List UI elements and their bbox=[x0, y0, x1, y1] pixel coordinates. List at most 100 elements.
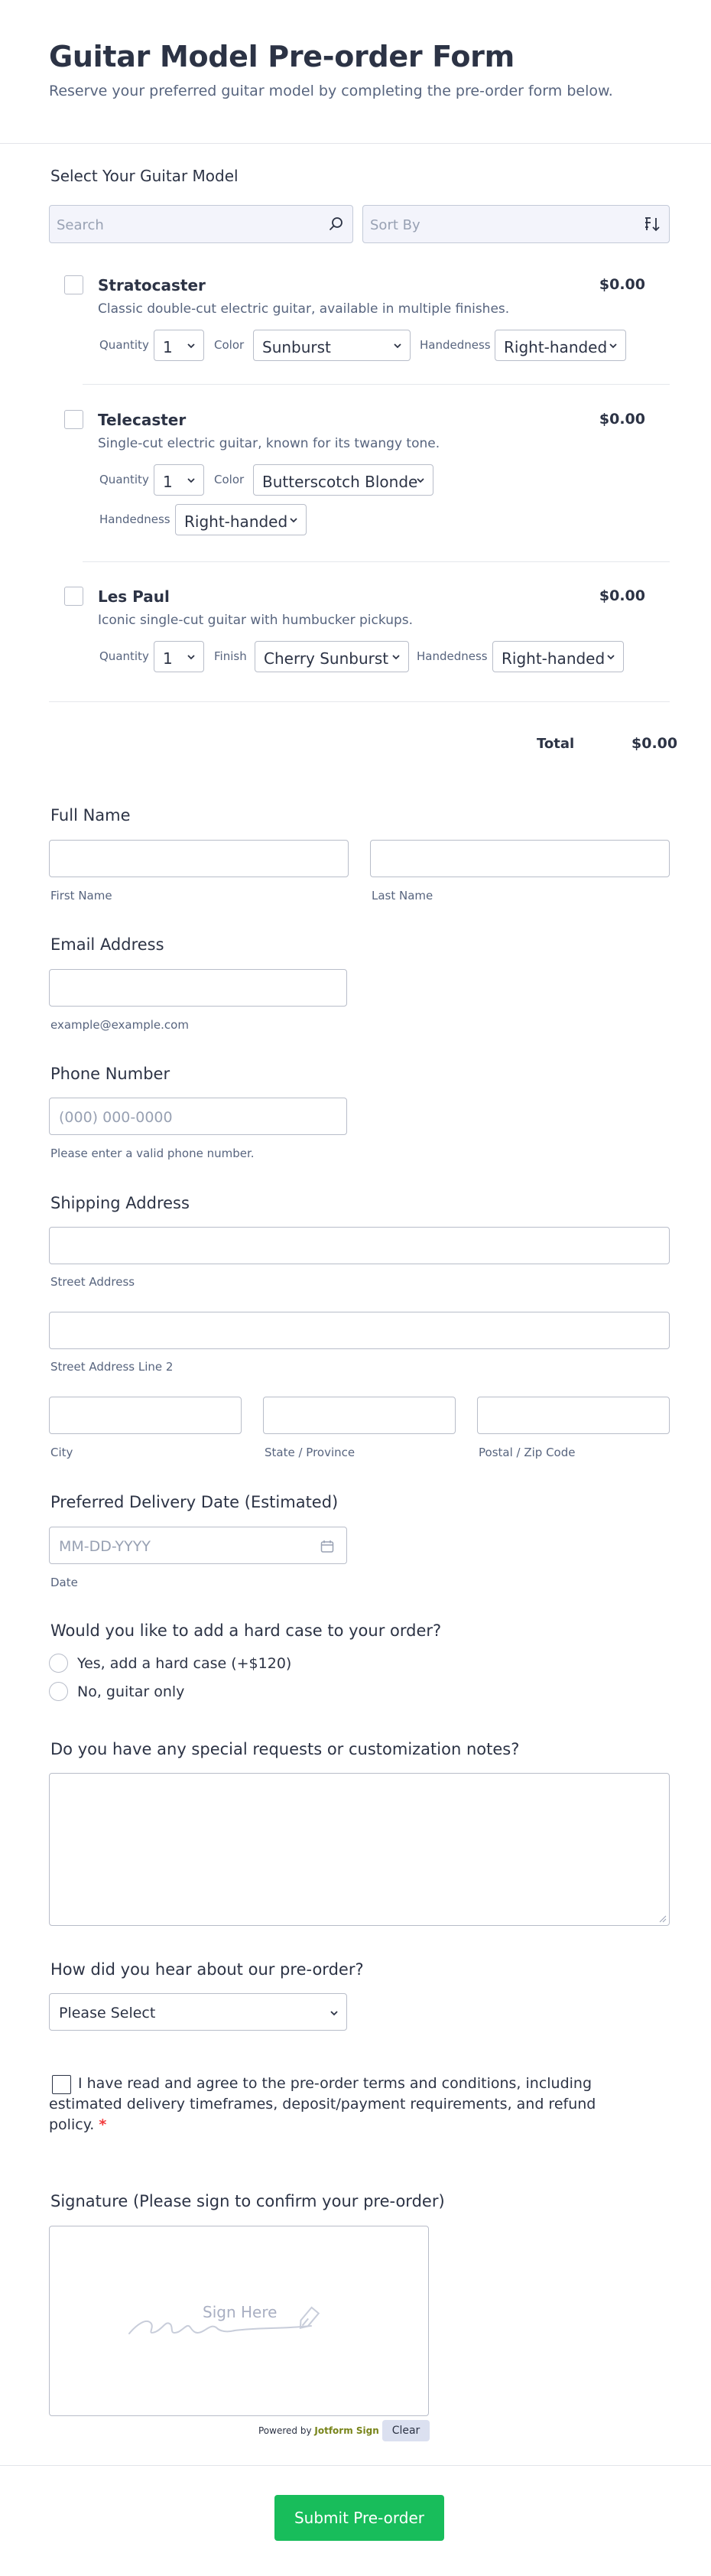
phone-placeholder: (000) 000-0000 bbox=[59, 1109, 173, 1126]
handedness-select[interactable]: Right-handed bbox=[175, 504, 307, 535]
phone-field[interactable]: (000) 000-0000 bbox=[49, 1098, 347, 1135]
special-requests-textarea[interactable] bbox=[49, 1773, 670, 1926]
email-field[interactable] bbox=[49, 969, 347, 1007]
option-label: Handedness bbox=[420, 338, 491, 352]
sort-by-select[interactable]: Sort By bbox=[362, 205, 670, 243]
product-name: Les Paul bbox=[98, 587, 170, 606]
footer-divider bbox=[0, 2465, 711, 2466]
form-subtitle: Reserve your preferred guitar model by c… bbox=[49, 83, 613, 99]
product-description: Classic double-cut electric guitar, avai… bbox=[98, 301, 510, 317]
zip-sublabel: Postal / Zip Code bbox=[479, 1446, 576, 1459]
option-label: Color bbox=[214, 338, 245, 352]
quantity-select[interactable]: 1 bbox=[154, 464, 204, 496]
products-label: Select Your Guitar Model bbox=[50, 167, 239, 185]
chevron-down-icon bbox=[187, 478, 195, 483]
divider bbox=[83, 561, 670, 562]
product-price: $0.00 bbox=[599, 411, 645, 428]
hard-case-yes-radio[interactable] bbox=[49, 1654, 68, 1673]
last-name-input[interactable] bbox=[370, 840, 670, 877]
date-placeholder: MM-DD-YYYY bbox=[59, 1538, 151, 1555]
divider bbox=[49, 701, 670, 702]
option-label: Quantity bbox=[99, 473, 149, 486]
product-item-stratocaster: Stratocaster $0.00 Classic double-cut el… bbox=[49, 268, 661, 382]
clear-signature-button[interactable]: Clear bbox=[382, 2420, 430, 2441]
total-label: Total bbox=[537, 736, 575, 752]
powered-brand: Jotform Sign bbox=[314, 2425, 379, 2436]
calendar-icon[interactable] bbox=[320, 1540, 334, 1553]
search-icon[interactable] bbox=[328, 216, 345, 233]
color-select[interactable]: Butterscotch Blonde bbox=[253, 464, 433, 496]
search-placeholder: Search bbox=[57, 217, 104, 233]
street-address-input[interactable] bbox=[49, 1227, 670, 1264]
hard-case-no-radio[interactable] bbox=[49, 1682, 68, 1701]
city-sublabel: City bbox=[50, 1446, 73, 1459]
resize-handle-icon[interactable] bbox=[659, 1915, 667, 1923]
delivery-date-input[interactable]: MM-DD-YYYY bbox=[49, 1527, 347, 1564]
email-sublabel: example@example.com bbox=[50, 1018, 189, 1032]
zip-input[interactable] bbox=[477, 1397, 670, 1434]
option-label: Handedness bbox=[417, 649, 488, 663]
submit-button[interactable]: Submit Pre-order bbox=[274, 2495, 444, 2541]
product-item-telecaster: Telecaster $0.00 Single-cut electric gui… bbox=[49, 402, 661, 540]
special-requests-label: Do you have any special requests or cust… bbox=[50, 1740, 520, 1758]
signature-scribble-icon bbox=[128, 2306, 320, 2334]
product-price: $0.00 bbox=[599, 276, 645, 293]
address-label: Shipping Address bbox=[50, 1194, 190, 1212]
option-label: Finish bbox=[214, 649, 247, 663]
email-label: Email Address bbox=[50, 935, 164, 954]
product-name: Telecaster bbox=[98, 411, 187, 429]
quantity-select[interactable]: 1 bbox=[154, 641, 204, 672]
street-address-sublabel: Street Address bbox=[50, 1275, 135, 1289]
referral-label: How did you hear about our pre-order? bbox=[50, 1960, 364, 1979]
form-header: Guitar Model Pre-order Form Reserve your… bbox=[0, 0, 711, 144]
handedness-select[interactable]: Right-handed bbox=[492, 641, 624, 672]
referral-value: Please Select bbox=[59, 2005, 156, 2021]
state-input[interactable] bbox=[263, 1397, 456, 1434]
color-select[interactable]: Sunburst bbox=[253, 330, 411, 361]
city-input[interactable] bbox=[49, 1397, 242, 1434]
chevron-down-icon bbox=[607, 655, 615, 660]
sort-icon bbox=[645, 217, 660, 232]
quantity-value: 1 bbox=[163, 338, 173, 356]
phone-sublabel: Please enter a valid phone number. bbox=[50, 1147, 255, 1160]
product-search-input[interactable]: Search bbox=[49, 205, 353, 243]
radio-label: Yes, add a hard case (+$120) bbox=[77, 1655, 292, 1672]
hard-case-label: Would you like to add a hard case to you… bbox=[50, 1621, 442, 1640]
state-sublabel: State / Province bbox=[265, 1446, 356, 1459]
form-title: Guitar Model Pre-order Form bbox=[49, 40, 515, 73]
product-item-les-paul: Les Paul $0.00 Iconic single-cut guitar … bbox=[49, 579, 661, 694]
street-address-line2-sublabel: Street Address Line 2 bbox=[50, 1360, 174, 1374]
terms-text: I have read and agree to the pre-order t… bbox=[49, 2073, 599, 2135]
product-description: Single-cut electric guitar, known for it… bbox=[98, 436, 440, 451]
quantity-value: 1 bbox=[163, 473, 173, 491]
product-checkbox[interactable] bbox=[64, 275, 83, 294]
finish-select[interactable]: Cherry Sunburst bbox=[255, 641, 409, 672]
chevron-down-icon bbox=[417, 478, 424, 483]
terms-label: I have read and agree to the pre-order t… bbox=[49, 2075, 596, 2133]
delivery-date-label: Preferred Delivery Date (Estimated) bbox=[50, 1493, 339, 1511]
required-asterisk: * bbox=[99, 2116, 107, 2133]
product-checkbox[interactable] bbox=[64, 587, 83, 606]
product-checkbox[interactable] bbox=[64, 410, 83, 429]
street-address-line2-input[interactable] bbox=[49, 1312, 670, 1349]
first-name-input[interactable] bbox=[49, 840, 349, 877]
quantity-select[interactable]: 1 bbox=[154, 330, 204, 361]
phone-label: Phone Number bbox=[50, 1065, 170, 1083]
signature-pad[interactable]: Sign Here bbox=[49, 2226, 429, 2416]
chevron-down-icon bbox=[187, 343, 195, 349]
powered-by: Powered by Jotform Sign bbox=[258, 2425, 379, 2436]
total-value: $0.00 bbox=[631, 735, 678, 752]
referral-select[interactable]: Please Select bbox=[49, 1993, 347, 2031]
handedness-select[interactable]: Right-handed bbox=[495, 330, 626, 361]
sort-placeholder: Sort By bbox=[370, 217, 420, 233]
powered-prefix: Powered by bbox=[258, 2425, 312, 2436]
option-label: Quantity bbox=[99, 338, 149, 352]
date-sublabel: Date bbox=[50, 1576, 78, 1589]
chevron-down-icon bbox=[290, 518, 297, 523]
chevron-down-icon bbox=[187, 655, 195, 660]
product-description: Iconic single-cut guitar with humbucker … bbox=[98, 613, 414, 628]
full-name-label: Full Name bbox=[50, 806, 131, 825]
option-label: Quantity bbox=[99, 649, 149, 663]
first-name-sublabel: First Name bbox=[50, 889, 112, 903]
chevron-down-icon bbox=[394, 343, 401, 349]
